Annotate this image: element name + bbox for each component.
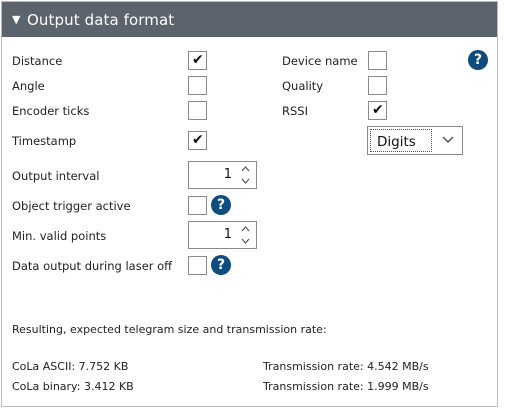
output-interval-stepper[interactable]: 1 <box>188 161 257 189</box>
timestamp-checkbox[interactable]: ✔ <box>188 131 207 150</box>
cola-ascii-size: CoLa ASCII: 7.752 KB <box>12 360 129 373</box>
min-valid-points-label: Min. valid points <box>12 229 107 243</box>
chevron-down-icon <box>241 178 249 184</box>
min-valid-points-value: 1 <box>223 227 232 242</box>
increment-button[interactable] <box>235 163 255 175</box>
rssi-format-value: Digits <box>377 134 416 150</box>
decrement-button[interactable] <box>235 235 255 247</box>
chevron-up-icon <box>241 226 249 232</box>
object-trigger-checkbox[interactable] <box>188 196 207 215</box>
output-interval-label: Output interval <box>12 169 100 183</box>
output-data-format-panel: ▼ Output data format Distance ✔ Angle En… <box>1 1 498 407</box>
timestamp-label: Timestamp <box>12 134 77 148</box>
encoder-ticks-checkbox[interactable] <box>188 101 207 120</box>
help-icon[interactable]: ? <box>211 255 231 275</box>
collapse-triangle-icon[interactable]: ▼ <box>12 13 20 26</box>
cola-binary-size: CoLa binary: 3.412 KB <box>12 380 134 393</box>
object-trigger-label: Object trigger active <box>12 199 131 213</box>
transmission-rate-ascii: Transmission rate: 4.542 MB/s <box>263 360 429 373</box>
device-name-checkbox[interactable] <box>368 51 387 70</box>
chevron-down-icon <box>241 238 249 244</box>
rssi-checkbox[interactable]: ✔ <box>368 101 387 120</box>
quality-label: Quality <box>282 79 324 93</box>
output-interval-value: 1 <box>223 167 232 182</box>
data-output-laser-off-label: Data output during laser off <box>12 259 173 273</box>
checkmark-icon: ✔ <box>192 132 204 148</box>
device-name-label: Device name <box>282 54 358 68</box>
chevron-up-icon <box>241 166 249 172</box>
angle-label: Angle <box>12 79 45 93</box>
distance-label: Distance <box>12 54 63 68</box>
checkmark-icon: ✔ <box>372 102 384 118</box>
distance-checkbox[interactable]: ✔ <box>188 51 207 70</box>
rssi-label: RSSI <box>282 104 308 118</box>
panel-header[interactable]: ▼ Output data format <box>2 2 497 37</box>
rssi-format-select[interactable]: Digits <box>367 126 463 155</box>
min-valid-points-stepper[interactable]: 1 <box>188 221 257 249</box>
result-heading: Resulting, expected telegram size and tr… <box>12 323 327 336</box>
select-focus-ring: Digits <box>370 129 432 152</box>
increment-button[interactable] <box>235 223 255 235</box>
help-icon[interactable]: ? <box>468 50 488 70</box>
angle-checkbox[interactable] <box>188 76 207 95</box>
checkmark-icon: ✔ <box>192 52 204 68</box>
chevron-down-icon[interactable] <box>442 136 454 144</box>
help-icon[interactable]: ? <box>211 195 231 215</box>
decrement-button[interactable] <box>235 175 255 187</box>
encoder-ticks-label: Encoder ticks <box>12 104 90 118</box>
data-output-laser-off-checkbox[interactable] <box>188 256 207 275</box>
quality-checkbox[interactable] <box>368 76 387 95</box>
panel-title: Output data format <box>27 11 175 29</box>
transmission-rate-binary: Transmission rate: 1.999 MB/s <box>263 380 429 393</box>
